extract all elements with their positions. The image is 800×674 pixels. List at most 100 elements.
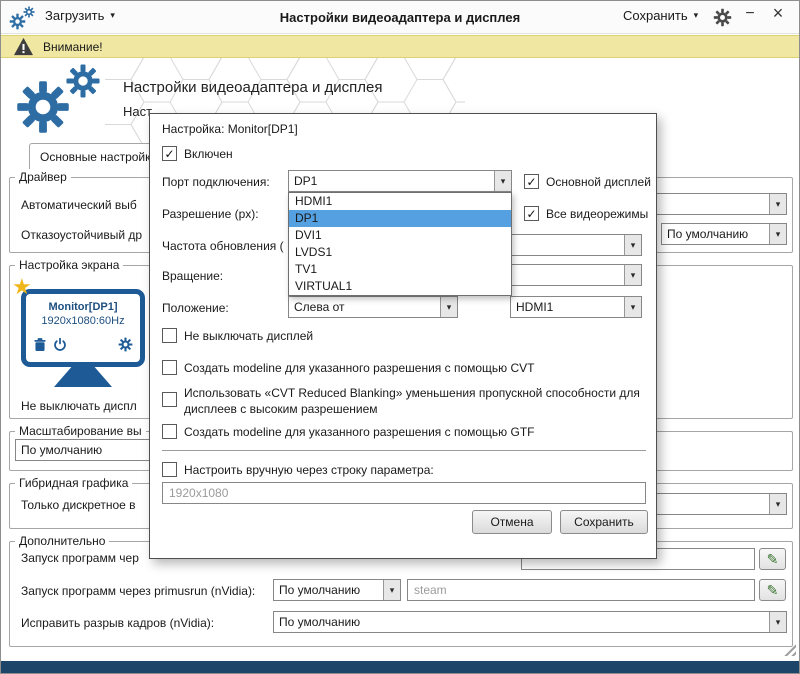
cvt-checkbox[interactable] [162,360,177,375]
enabled-checkbox[interactable]: ✓ [162,146,177,161]
port-option[interactable]: TV1 [289,261,511,278]
port-option-selected[interactable]: DP1 [289,210,511,227]
dropdown-arrow-icon: ▾ [776,229,781,240]
port-option[interactable]: LVDS1 [289,244,511,261]
star-icon: ★ [12,274,32,300]
failsafe-driver-label: Отказоустойчивый др [21,228,142,242]
trash-icon[interactable] [33,338,47,352]
primus-select[interactable]: По умолчанию ▾ [273,579,401,601]
close-button[interactable]: × [767,3,789,24]
resolution-label: Разрешение (px): [162,207,259,221]
monitor-widget[interactable]: ★ Monitor[DP1] 1920x1080:60Hz [21,285,145,389]
check-icon: ✓ [164,148,174,160]
warning-bar: Внимание! [1,35,799,58]
chevron-down-icon: ▾ [694,10,699,21]
dialog-separator [162,450,646,451]
monitor-stand [54,367,112,387]
gear-icon [15,79,71,135]
chevron-down-icon: ▾ [110,10,115,21]
gear-icon [65,63,101,99]
primus-label: Запуск программ через primusrun (nVidia)… [21,584,255,598]
refresh-label: Частота обновления ( [162,239,284,253]
settings-gear-button[interactable] [713,8,732,27]
page-title: Настройки видеоадаптера и дисплея [123,79,382,96]
dropdown-arrow-icon: ▾ [776,199,781,210]
group-screen-legend: Настройка экрана [15,258,123,272]
tab-label: Основные настройки [40,150,157,164]
pencil-icon: ✎ [767,582,779,599]
group-hybrid-legend: Гибридная графика [15,476,132,490]
screen-noblank-label: Не выключать диспл [21,399,137,413]
allmodes-label: Все видеорежимы [546,207,648,221]
port-select[interactable]: DP1 ▾ [288,170,512,192]
header-logo [15,63,115,149]
save-button[interactable]: Сохранить [560,510,648,534]
monitor-name: Monitor[DP1] [26,301,140,313]
run-programs-label: Запуск программ чер [21,551,139,565]
monitor-mode: 1920x1080:60Hz [26,315,140,327]
app-logo-icon [9,5,43,31]
rotation-label: Вращение: [162,269,223,283]
primary-display-checkbox[interactable]: ✓ [524,174,539,189]
app-window: Загрузить ▾ Настройки видеоадаптера и ди… [0,0,800,674]
dialog-title: Настройка: Monitor[DP1] [162,122,298,136]
dropdown-arrow-icon: ▾ [447,302,452,313]
cvt-label: Создать modeline для указанного разрешен… [184,361,535,375]
monitor-screen: Monitor[DP1] 1920x1080:60Hz [21,289,145,367]
warning-icon [13,37,34,56]
group-extra-legend: Дополнительно [15,534,109,548]
gear-icon [713,8,732,27]
gtf-label: Создать modeline для указанного разрешен… [184,425,535,439]
position-label: Положение: [162,301,229,315]
auto-driver-label: Автоматический выб [21,198,137,212]
failsafe-driver-select[interactable]: По умолчанию ▾ [661,223,787,245]
reduced-blanking-label: Использовать «CVT Reduced Blanking» умен… [184,385,646,417]
allmodes-checkbox[interactable]: ✓ [524,206,539,221]
dropdown-arrow-icon: ▾ [631,240,636,251]
discrete-label: Только дискретное в [21,498,136,512]
primary-display-label: Основной дисплей [546,175,651,189]
port-option[interactable]: VIRTUAL1 [289,278,511,295]
enabled-label: Включен [184,147,233,161]
port-option[interactable]: HDMI1 [289,193,511,210]
tab-main-settings[interactable]: Основные настройки [29,143,163,169]
monitor-gear-icon[interactable] [118,337,133,352]
minimize-button[interactable]: − [739,5,761,23]
warning-text: Внимание! [43,40,103,54]
tearing-label: Исправить разрыв кадров (nVidia): [21,616,214,630]
reduced-blanking-checkbox[interactable] [162,392,177,407]
power-icon[interactable] [53,338,67,352]
noblank-checkbox[interactable] [162,328,177,343]
noblank-label: Не выключать дисплей [184,329,313,343]
dropdown-arrow-icon: ▾ [776,499,781,510]
manual-label: Настроить вручную через строку параметра… [184,463,434,477]
port-dropdown-list: HDMI1 DP1 DVI1 LVDS1 TV1 VIRTUAL1 [288,192,512,296]
position-target-select[interactable]: HDMI1 ▾ [510,296,642,318]
position-select[interactable]: Слева от ▾ [288,296,458,318]
load-menu-label: Загрузить [45,8,104,23]
manual-checkbox[interactable] [162,462,177,477]
manual-input[interactable] [162,482,646,504]
check-icon: ✓ [526,208,536,220]
monitor-settings-dialog: Настройка: Monitor[DP1] ✓ Включен Порт п… [149,113,657,559]
group-driver-legend: Драйвер [15,170,71,184]
cancel-button[interactable]: Отмена [472,510,552,534]
dropdown-arrow-icon: ▾ [501,176,506,187]
save-menu-label: Сохранить [623,8,688,23]
run-edit-button[interactable]: ✎ [759,548,786,570]
dropdown-arrow-icon: ▾ [631,270,636,281]
group-scaling-legend: Масштабирование вы [15,424,146,438]
gtf-checkbox[interactable] [162,424,177,439]
load-menu-button[interactable]: Загрузить ▾ [45,8,115,23]
port-option[interactable]: DVI1 [289,227,511,244]
status-bar [1,661,799,674]
tearing-select[interactable]: По умолчанию ▾ [273,611,787,633]
titlebar: Загрузить ▾ Настройки видеоадаптера и ди… [1,1,799,34]
save-menu-button[interactable]: Сохранить ▾ [623,8,698,23]
pencil-icon: ✎ [767,551,779,568]
primus-edit-button[interactable]: ✎ [759,579,786,601]
page-subtitle: Наст [123,104,152,119]
primus-command-input[interactable] [407,579,755,601]
dropdown-arrow-icon: ▾ [390,585,395,596]
port-label: Порт подключения: [162,175,270,189]
